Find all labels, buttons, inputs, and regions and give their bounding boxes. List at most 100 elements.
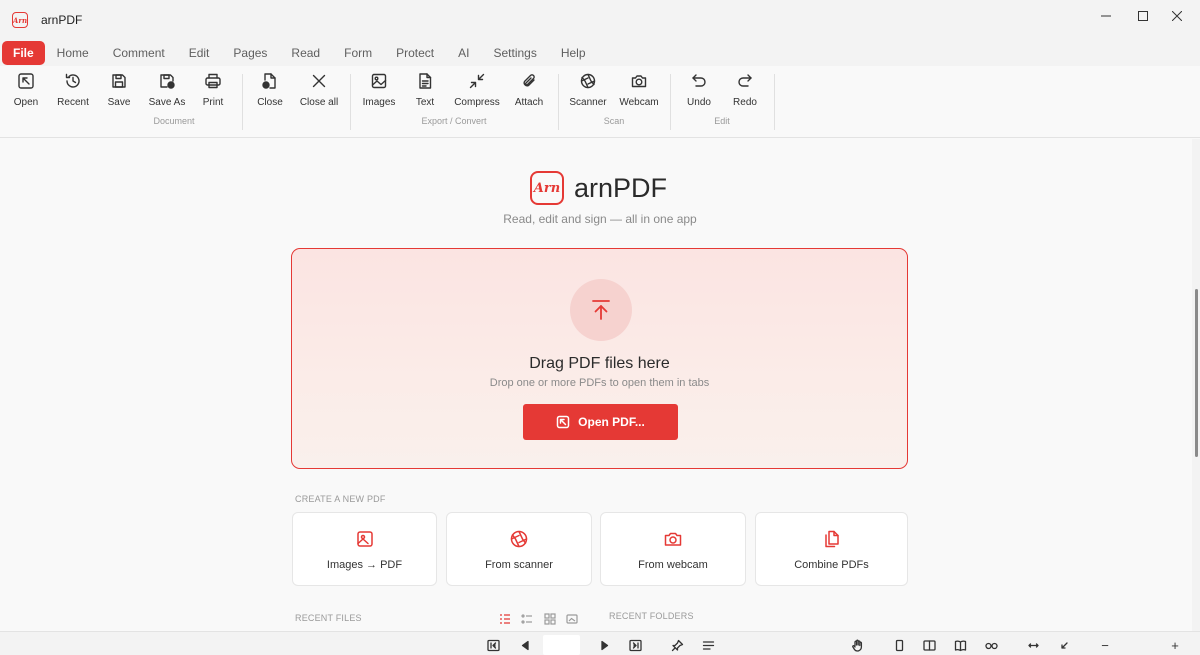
image-icon [371, 73, 387, 89]
pin-button[interactable] [670, 638, 684, 652]
menu-lines-icon [702, 640, 714, 650]
webcam-button[interactable]: Webcam [618, 72, 660, 112]
outline-button[interactable] [701, 638, 715, 652]
aperture-icon [510, 530, 528, 548]
minimize-icon [1101, 15, 1111, 17]
images-to-pdf-label: Images → PDF [326, 559, 403, 571]
menu-read[interactable]: Read [279, 41, 332, 65]
menu-help[interactable]: Help [549, 41, 598, 65]
save-button[interactable]: Save [104, 72, 134, 112]
menu-edit[interactable]: Edit [177, 41, 222, 65]
hero-logo-text: Arn [533, 180, 561, 196]
recent-button[interactable]: Recent [55, 72, 91, 112]
close-all-button[interactable]: Close all [300, 72, 338, 112]
save-icon [112, 74, 126, 88]
glasses-icon [984, 642, 998, 649]
menu-ai[interactable]: AI [446, 41, 481, 65]
detail-view-toggle[interactable] [521, 612, 533, 624]
menu-protect[interactable]: Protect [384, 41, 446, 65]
ribbon-separator [670, 74, 671, 130]
menu-file[interactable]: File [2, 41, 45, 65]
fit-width-icon [1027, 642, 1039, 648]
last-page-icon [628, 639, 642, 651]
from-scanner-card[interactable]: From scanner [446, 512, 592, 586]
close-file-button[interactable]: Close [256, 72, 284, 112]
ribbon-toolbar: Open Recent Save Save As Print Close Clo… [0, 66, 1200, 138]
book-icon [954, 640, 966, 651]
text-file-icon [419, 73, 432, 89]
export-images-button[interactable]: Images [362, 72, 396, 112]
menu-pages[interactable]: Pages [221, 41, 279, 65]
drop-zone-title: Drag PDF files here [529, 355, 670, 372]
redo-button[interactable]: Redo [730, 72, 760, 112]
next-page-icon [600, 640, 608, 650]
close-all-icon [312, 74, 326, 88]
menu-comment[interactable]: Comment [101, 41, 177, 65]
menu-form[interactable]: Form [332, 41, 384, 65]
reading-mode-button[interactable] [984, 638, 998, 652]
print-button[interactable]: Print [199, 72, 227, 112]
next-page-button[interactable] [597, 638, 611, 652]
last-page-button[interactable] [628, 638, 642, 652]
history-icon [65, 73, 80, 88]
close-file-icon [262, 73, 276, 89]
attach-button[interactable]: Attach [513, 72, 545, 112]
open-button[interactable]: Open [10, 72, 42, 112]
menu-settings[interactable]: Settings [481, 41, 548, 65]
page-number-input[interactable] [543, 635, 580, 655]
undo-button[interactable]: Undo [684, 72, 714, 112]
first-page-button[interactable] [486, 638, 500, 652]
recent-files-label: RECENT FILES [295, 613, 362, 623]
two-page-view-button[interactable] [922, 638, 936, 652]
export-text-button[interactable]: Text [411, 72, 439, 112]
two-page-icon [922, 639, 936, 651]
single-page-view-button[interactable] [892, 638, 906, 652]
app-logo-icon: Arn [12, 12, 28, 28]
recent-label: Recent [57, 97, 89, 108]
grid-view-toggle[interactable] [544, 612, 556, 625]
scrollbar-thumb[interactable] [1195, 289, 1198, 457]
thumbnail-view-toggle[interactable] [566, 612, 578, 624]
from-webcam-card[interactable]: From webcam [600, 512, 746, 586]
save-as-button[interactable]: Save As [148, 72, 186, 112]
menu-home[interactable]: Home [45, 41, 101, 65]
previous-page-button[interactable] [518, 638, 532, 652]
recent-folders-label: RECENT FOLDERS [609, 611, 694, 621]
maximize-icon [1138, 11, 1148, 21]
pan-tool-button[interactable] [850, 638, 864, 652]
combine-pdfs-card[interactable]: Combine PDFs [755, 512, 908, 586]
hero-subtitle: Read, edit and sign — all in one app [503, 212, 697, 226]
app-logo-text: Arn [12, 15, 28, 25]
first-page-icon [486, 639, 500, 651]
group-label-scan: Scan [603, 116, 625, 126]
menu-bar: File Home Comment Edit Pages Read Form P… [0, 40, 1200, 66]
title-bar: Arn arnPDF [0, 0, 1200, 40]
book-view-button[interactable] [953, 638, 967, 652]
compress-icon [469, 73, 485, 89]
camera-icon [664, 532, 682, 546]
export-text-label: Text [415, 97, 435, 108]
images-to-pdf-card[interactable]: Images → PDF [292, 512, 437, 586]
redo-label: Redo [733, 97, 757, 108]
window-title: arnPDF [41, 13, 83, 27]
detail-view-icon [521, 614, 532, 624]
printer-icon [205, 73, 221, 89]
from-scanner-label: From scanner [485, 559, 553, 571]
close-all-label: Close all [299, 97, 339, 108]
compress-button[interactable]: Compress [454, 72, 500, 112]
close-window-button[interactable] [1154, 0, 1200, 32]
drop-zone[interactable]: Drag PDF files here Drop one or more PDF… [291, 248, 908, 469]
hand-icon [851, 639, 862, 652]
open-pdf-button[interactable]: Open PDF... [523, 404, 678, 440]
list-view-toggle[interactable] [499, 612, 511, 624]
scanner-button[interactable]: Scanner [569, 72, 607, 112]
zoom-in-button[interactable]: + [1168, 638, 1182, 653]
fit-page-button[interactable] [1057, 638, 1071, 652]
aperture-icon [580, 73, 596, 89]
fit-width-button[interactable] [1026, 638, 1040, 652]
save-as-icon [160, 74, 175, 89]
single-page-icon [895, 639, 903, 651]
group-label-export-convert: Export / Convert [421, 116, 487, 126]
open-label: Open [13, 97, 39, 108]
zoom-out-button[interactable]: − [1098, 638, 1112, 653]
